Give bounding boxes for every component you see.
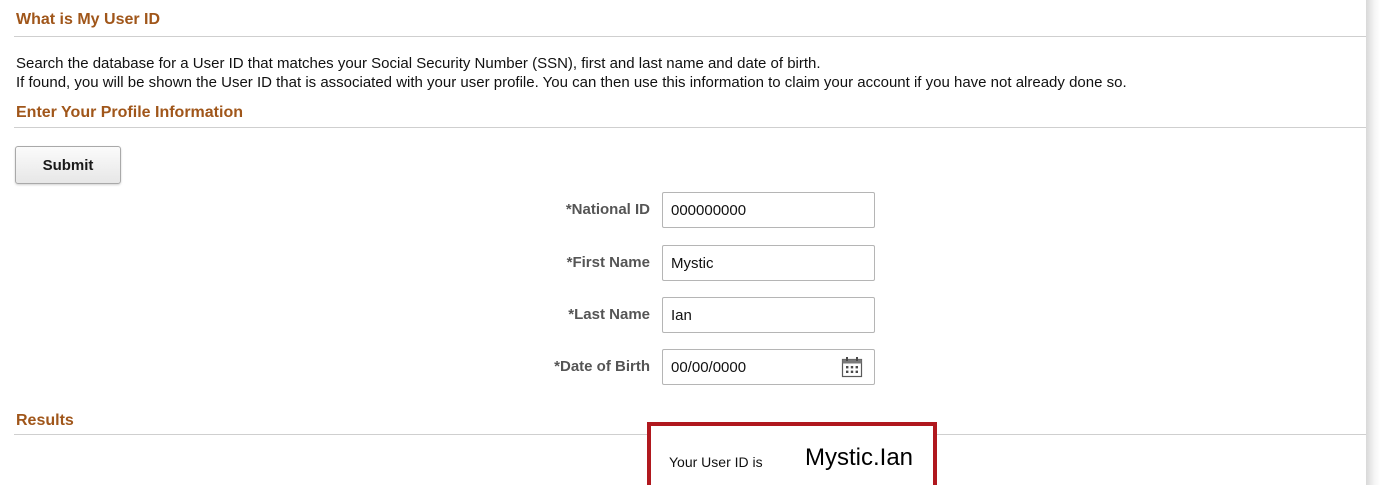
date-of-birth-label: *Date of Birth bbox=[554, 358, 650, 375]
submit-button[interactable]: Submit bbox=[15, 146, 121, 184]
window-edge-shadow bbox=[1366, 0, 1380, 485]
user-id-value: Mystic.Ian bbox=[805, 444, 914, 471]
result-prefix: Your User ID is bbox=[669, 454, 763, 470]
first-name-input[interactable] bbox=[662, 245, 875, 281]
national-id-input[interactable] bbox=[662, 192, 875, 228]
description-line-1: Search the database for a User ID that m… bbox=[16, 55, 821, 72]
section-title-profile: Enter Your Profile Information bbox=[16, 104, 243, 121]
result-highlight-box: Your User ID is Mystic.Ian bbox=[647, 422, 937, 485]
calendar-icon[interactable] bbox=[841, 356, 863, 378]
section-title-user-id: What is My User ID bbox=[16, 11, 161, 28]
description-line-2: If found, you will be shown the User ID … bbox=[16, 74, 1127, 91]
section-title-results: Results bbox=[16, 412, 74, 429]
last-name-input[interactable] bbox=[662, 297, 875, 333]
first-name-label: *First Name bbox=[566, 254, 650, 271]
page: What is My User ID Search the database f… bbox=[0, 0, 1366, 485]
last-name-label: *Last Name bbox=[568, 306, 650, 323]
national-id-label: *National ID bbox=[565, 201, 650, 218]
divider bbox=[14, 127, 1366, 128]
divider bbox=[14, 36, 1366, 37]
